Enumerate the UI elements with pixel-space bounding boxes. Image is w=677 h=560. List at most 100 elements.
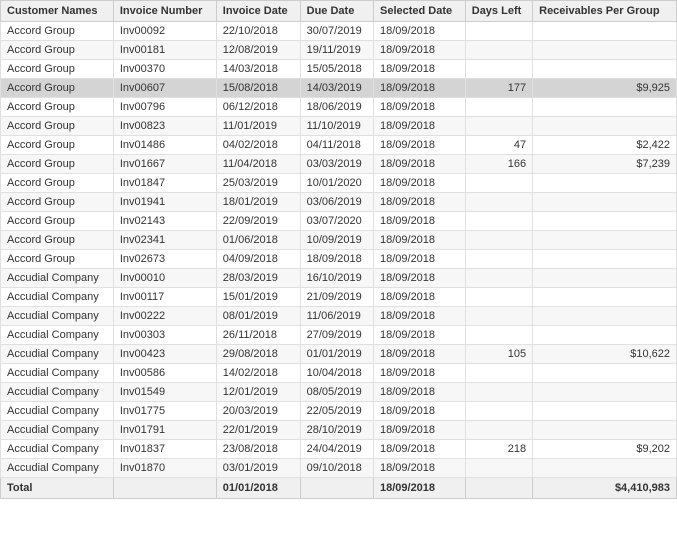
cell-days-left [465,174,532,193]
cell-due-date: 15/05/2018 [300,60,373,79]
cell-invoice-date: 03/01/2019 [216,459,300,478]
cell-selected-date: 18/09/2018 [373,193,465,212]
cell-invoice-date: 12/08/2019 [216,41,300,60]
cell-selected-date: 18/09/2018 [373,269,465,288]
cell-invoice-number: Inv01791 [113,421,216,440]
cell-invoice-number: Inv01486 [113,136,216,155]
cell-invoice-number: Inv01870 [113,459,216,478]
cell-due-date: 09/10/2018 [300,459,373,478]
table-row[interactable]: Accudial CompanyInv0183723/08/201824/04/… [1,440,677,459]
cell-invoice-date: 11/01/2019 [216,117,300,136]
table-row[interactable]: Accord GroupInv0166711/04/201803/03/2019… [1,155,677,174]
cell-due-date: 28/10/2019 [300,421,373,440]
cell-customer: Accord Group [1,212,114,231]
cell-receivables [533,402,677,421]
cell-days-left [465,421,532,440]
cell-selected-date: 18/09/2018 [373,60,465,79]
cell-days-left [465,117,532,136]
cell-invoice-number: Inv01775 [113,402,216,421]
cell-days-left [465,41,532,60]
cell-invoice-number: Inv00423 [113,345,216,364]
table-row[interactable]: Accudial CompanyInv0042329/08/201801/01/… [1,345,677,364]
cell-receivables [533,231,677,250]
cell-days-left [465,193,532,212]
cell-selected-date: 18/09/2018 [373,22,465,41]
table-row[interactable]: Accord GroupInv0009222/10/201830/07/2019… [1,22,677,41]
table-row[interactable]: Accudial CompanyInv0154912/01/201908/05/… [1,383,677,402]
cell-invoice-number: Inv00181 [113,41,216,60]
cell-selected-date: 18/09/2018 [373,383,465,402]
cell-invoice-date: 12/01/2019 [216,383,300,402]
cell-receivables: $7,239 [533,155,677,174]
footer-selected-date: 18/09/2018 [373,478,465,499]
cell-receivables [533,193,677,212]
cell-invoice-number: Inv00823 [113,117,216,136]
col-header-selected-date: Selected Date [373,1,465,22]
cell-invoice-date: 28/03/2019 [216,269,300,288]
cell-selected-date: 18/09/2018 [373,98,465,117]
table-row[interactable]: Accord GroupInv0079606/12/201818/06/2019… [1,98,677,117]
cell-days-left [465,288,532,307]
cell-customer: Accord Group [1,79,114,98]
table-row[interactable]: Accord GroupInv0214322/09/201903/07/2020… [1,212,677,231]
table-row[interactable]: Accord GroupInv0184725/03/201910/01/2020… [1,174,677,193]
cell-customer: Accudial Company [1,421,114,440]
footer-invoice-number [113,478,216,499]
table-row[interactable]: Accudial CompanyInv0187003/01/201909/10/… [1,459,677,478]
table-row[interactable]: Accudial CompanyInv0179122/01/201928/10/… [1,421,677,440]
cell-invoice-date: 14/02/2018 [216,364,300,383]
cell-days-left: 47 [465,136,532,155]
table-row[interactable]: Accord GroupInv0267304/09/201818/09/2018… [1,250,677,269]
cell-invoice-number: Inv00370 [113,60,216,79]
col-header-receivables: Receivables Per Group [533,1,677,22]
cell-due-date: 03/03/2019 [300,155,373,174]
cell-selected-date: 18/09/2018 [373,174,465,193]
cell-invoice-number: Inv02143 [113,212,216,231]
table-row[interactable]: Accord GroupInv0037014/03/201815/05/2018… [1,60,677,79]
cell-due-date: 22/05/2019 [300,402,373,421]
cell-receivables [533,307,677,326]
cell-selected-date: 18/09/2018 [373,250,465,269]
cell-selected-date: 18/09/2018 [373,307,465,326]
cell-due-date: 24/04/2019 [300,440,373,459]
cell-selected-date: 18/09/2018 [373,41,465,60]
table-row[interactable]: Accudial CompanyInv0058614/02/201810/04/… [1,364,677,383]
cell-selected-date: 18/09/2018 [373,155,465,174]
table-row[interactable]: Accord GroupInv0018112/08/201919/11/2019… [1,41,677,60]
cell-receivables [533,41,677,60]
cell-customer: Accudial Company [1,345,114,364]
table-row[interactable]: Accudial CompanyInv0022208/01/201911/06/… [1,307,677,326]
table-row[interactable]: Accord GroupInv0148604/02/201804/11/2018… [1,136,677,155]
table-row[interactable]: Accord GroupInv0194118/01/201903/06/2019… [1,193,677,212]
cell-invoice-number: Inv01549 [113,383,216,402]
cell-days-left [465,402,532,421]
table-row[interactable]: Accudial CompanyInv0030326/11/201827/09/… [1,326,677,345]
table-row[interactable]: Accudial CompanyInv0001028/03/201916/10/… [1,269,677,288]
table-row[interactable]: Accord GroupInv0234101/06/201810/09/2019… [1,231,677,250]
cell-invoice-date: 14/03/2018 [216,60,300,79]
cell-due-date: 08/05/2019 [300,383,373,402]
cell-invoice-number: Inv00607 [113,79,216,98]
cell-receivables [533,60,677,79]
table-row[interactable]: Accord GroupInv0060715/08/201814/03/2019… [1,79,677,98]
cell-receivables: $9,925 [533,79,677,98]
cell-receivables [533,174,677,193]
col-header-due-date: Due Date [300,1,373,22]
cell-invoice-number: Inv00092 [113,22,216,41]
cell-selected-date: 18/09/2018 [373,440,465,459]
cell-invoice-date: 11/04/2018 [216,155,300,174]
cell-invoice-date: 15/01/2019 [216,288,300,307]
invoice-table: Customer Names Invoice Number Invoice Da… [0,0,677,499]
cell-due-date: 10/09/2019 [300,231,373,250]
cell-receivables [533,117,677,136]
cell-customer: Accudial Company [1,364,114,383]
table-row[interactable]: Accord GroupInv0082311/01/201911/10/2019… [1,117,677,136]
cell-customer: Accord Group [1,193,114,212]
cell-due-date: 01/01/2019 [300,345,373,364]
cell-invoice-date: 22/09/2019 [216,212,300,231]
cell-receivables [533,364,677,383]
table-row[interactable]: Accudial CompanyInv0177520/03/201922/05/… [1,402,677,421]
cell-due-date: 11/06/2019 [300,307,373,326]
table-row[interactable]: Accudial CompanyInv0011715/01/201921/09/… [1,288,677,307]
cell-days-left [465,269,532,288]
